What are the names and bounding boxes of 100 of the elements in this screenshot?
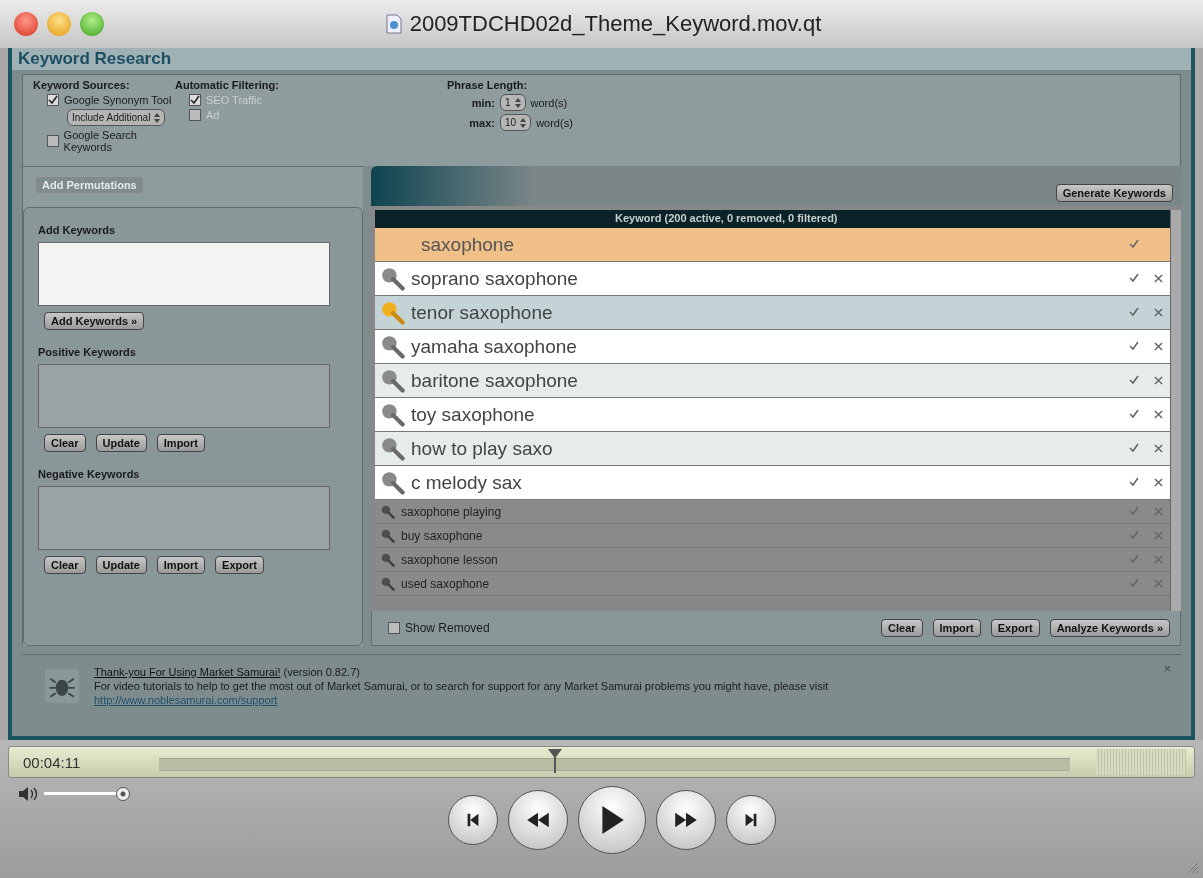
panel-button[interactable]: Clear xyxy=(881,619,923,637)
document-icon xyxy=(385,14,402,34)
keyword-row[interactable]: c melody sax xyxy=(375,466,1170,500)
app-title: Keyword Research xyxy=(12,48,1191,70)
checkbox[interactable] xyxy=(189,94,201,106)
check-icon[interactable] xyxy=(1129,273,1139,283)
panel-button[interactable]: Import xyxy=(156,434,206,452)
version-text: (version 0.82.7) xyxy=(283,666,360,678)
checkbox[interactable] xyxy=(388,622,400,634)
skip-forward-button[interactable] xyxy=(726,795,776,845)
stepper-icon[interactable] xyxy=(154,112,161,123)
keyword-row[interactable]: baritone saxophone xyxy=(375,364,1170,398)
keyword-text: used saxophone xyxy=(401,576,490,591)
check-icon[interactable] xyxy=(1129,409,1139,419)
field-label: min: xyxy=(470,96,495,109)
play-icon xyxy=(599,805,625,835)
keyword-text: soprano saxophone xyxy=(411,267,578,290)
panel-button[interactable]: Update xyxy=(95,434,147,452)
dropdown[interactable]: Include Additional xyxy=(67,109,166,126)
panel-button[interactable]: Clear xyxy=(44,556,86,574)
checkbox[interactable] xyxy=(189,109,201,121)
check-icon[interactable] xyxy=(1129,307,1139,317)
check-icon[interactable] xyxy=(1129,554,1139,564)
section-heading: Positive Keywords xyxy=(38,346,137,358)
panel-button[interactable]: Export xyxy=(990,619,1040,637)
keyword-text: toy saxophone xyxy=(411,403,535,426)
playhead[interactable] xyxy=(548,749,563,773)
section-heading: Negative Keywords xyxy=(38,468,141,480)
skip-back-button[interactable] xyxy=(448,795,498,845)
checkbox[interactable] xyxy=(47,94,59,106)
section-heading: Phrase Length: xyxy=(447,79,529,91)
panel-button[interactable]: Analyze Keywords » xyxy=(1049,619,1170,637)
text-area[interactable] xyxy=(38,242,330,306)
rewind-button[interactable] xyxy=(508,790,568,850)
option-label: SEO Traffic xyxy=(206,94,263,106)
time-text: 00:04:11 xyxy=(23,753,82,771)
remove-icon[interactable] xyxy=(1153,410,1163,419)
scrollbar[interactable] xyxy=(1170,210,1181,611)
keyword-row[interactable]: how to play saxo xyxy=(375,432,1170,466)
option-label: Show Removed xyxy=(405,621,490,635)
panel-button[interactable]: Export xyxy=(215,556,264,574)
bug-icon xyxy=(44,668,80,704)
option-label: Google Search Keywords xyxy=(63,129,138,153)
remove-icon[interactable] xyxy=(1153,478,1163,487)
unit-label: word(s) xyxy=(536,116,573,129)
panel-button[interactable]: Update xyxy=(95,556,147,574)
remove-icon[interactable] xyxy=(1153,308,1163,317)
section-heading: Automatic Filtering: xyxy=(175,79,280,91)
keyword-row[interactable]: tenor saxophone xyxy=(375,296,1170,330)
check-icon[interactable] xyxy=(1129,506,1139,516)
remove-icon[interactable] xyxy=(1153,274,1163,283)
checkbox[interactable] xyxy=(47,135,59,147)
rewind-icon xyxy=(525,811,551,829)
check-icon[interactable] xyxy=(1129,375,1139,385)
remove-icon[interactable] xyxy=(1153,342,1163,351)
keyword-text: saxophone lesson xyxy=(401,552,498,567)
stepper-icon[interactable] xyxy=(514,97,521,108)
panel-button[interactable]: Add Keywords » xyxy=(44,312,145,330)
number-stepper[interactable]: 10 xyxy=(500,114,532,131)
check-icon[interactable] xyxy=(1129,530,1139,540)
volume-knob[interactable] xyxy=(116,787,130,801)
notice-text: For video tutorials to help to get the most out of Market Samurai, or to search for support for any Market Samurai problems you might have, please visit xyxy=(94,679,830,693)
panel-button[interactable]: Import xyxy=(156,556,206,574)
number-stepper[interactable]: 1 xyxy=(500,94,526,111)
remove-icon[interactable] xyxy=(1153,444,1163,453)
section-heading: Add Keywords xyxy=(38,224,116,236)
keyword-text: baritone saxophone xyxy=(411,369,578,392)
keyword-text: how to play saxo xyxy=(411,437,553,460)
fast-forward-button[interactable] xyxy=(656,790,716,850)
keyword-text: saxophone playing xyxy=(401,504,502,519)
resize-grip-icon[interactable] xyxy=(1185,860,1199,874)
window-title: 2009TDCHD02d_Theme_Keyword.mov.qt xyxy=(409,11,822,37)
column-header: Keyword (200 active, 0 removed, 0 filtered) xyxy=(375,210,1170,228)
panel-button[interactable]: Clear xyxy=(44,434,86,452)
check-icon[interactable] xyxy=(1129,239,1139,249)
option-label: Google Synonym Tool xyxy=(64,94,172,106)
keyword-row[interactable]: toy saxophone xyxy=(375,398,1170,432)
check-icon[interactable] xyxy=(1129,341,1139,351)
keyword-text: tenor saxophone xyxy=(411,301,553,324)
field-label: max: xyxy=(468,116,495,129)
check-icon[interactable] xyxy=(1129,443,1139,453)
keyword-row[interactable]: yamaha saxophone xyxy=(375,330,1170,364)
keyword-text: yamaha saxophone xyxy=(411,335,577,358)
close-button[interactable] xyxy=(14,12,38,36)
fast-forward-icon xyxy=(673,811,699,829)
remove-icon[interactable] xyxy=(1153,376,1163,385)
scrubber-track[interactable] xyxy=(159,749,1070,775)
stepper-icon[interactable] xyxy=(520,117,527,128)
keyword-text: saxophone xyxy=(421,233,514,256)
check-icon[interactable] xyxy=(1129,477,1139,487)
speaker-icon xyxy=(18,786,38,802)
check-icon[interactable] xyxy=(1129,578,1139,588)
keyword-row[interactable]: soprano saxophone xyxy=(375,262,1170,296)
thank-you-link[interactable]: Thank-you For Using Market Samurai! xyxy=(94,666,281,678)
keyword-text: buy saxophone xyxy=(401,528,483,543)
panel-button[interactable]: Import xyxy=(932,619,981,637)
keyword-row[interactable]: saxophone xyxy=(375,228,1170,262)
keyword-text: c melody sax xyxy=(411,471,522,494)
unit-label: word(s) xyxy=(530,96,568,109)
generate-keywords-button[interactable]: Generate Keywords xyxy=(1055,184,1173,202)
